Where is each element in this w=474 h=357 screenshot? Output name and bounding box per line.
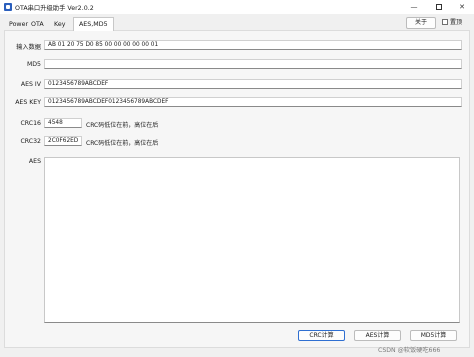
tab-aes-md5[interactable]: AES,MD5 (73, 17, 114, 31)
tab-bar: Power OTA Key AES,MD5 (0, 16, 474, 31)
input-data-field[interactable]: AB 01 20 75 D0 85 00 00 00 00 00 01 (44, 40, 462, 50)
crc16-field[interactable]: 4548 (44, 118, 82, 128)
aes-calc-button[interactable]: AES计算 (354, 330, 401, 341)
crc32-label: CRC32 (20, 138, 41, 145)
pin-label: 置顶 (450, 19, 463, 26)
crc32-field[interactable]: 2C0F62ED (44, 136, 82, 146)
md5-field[interactable] (44, 59, 462, 69)
watermark: CSDN @软饭硬吃666 (378, 347, 441, 354)
tab-ota[interactable]: OTA (29, 19, 46, 30)
window-title: OTA串口升级助手 Ver2.0.2 (15, 5, 94, 12)
aes-key-field[interactable]: 0123456789ABCDEF0123456789ABCDEF (44, 97, 462, 107)
close-icon[interactable]: ✕ (451, 0, 473, 14)
maximize-icon[interactable] (428, 0, 450, 14)
aes-iv-field[interactable]: 0123456789ABCDEF (44, 79, 462, 89)
input-data-label: 输入数据 (16, 44, 41, 51)
md5-calc-button[interactable]: MD5计算 (410, 330, 457, 341)
title-bar: OTA串口升级助手 Ver2.0.2 — ✕ (0, 0, 474, 14)
crc16-note: CRC码低位在前，高位在后 (86, 122, 159, 129)
crc-calc-button[interactable]: CRC计算 (298, 330, 345, 341)
about-button[interactable]: 关于 (406, 17, 436, 29)
aes-key-label: AES KEY (15, 99, 41, 106)
aes-output-area[interactable] (44, 157, 460, 323)
crc16-label: CRC16 (20, 120, 41, 127)
minimize-icon[interactable]: — (403, 0, 425, 14)
aes-iv-label: AES IV (20, 81, 41, 88)
pin-checkbox[interactable]: 置顶 (442, 18, 462, 28)
aes-output-label: AES (28, 158, 41, 165)
checkbox-icon (442, 19, 448, 25)
tab-key[interactable]: Key (52, 19, 67, 30)
md5-label: MD5 (26, 61, 41, 68)
app-icon (4, 3, 12, 11)
tab-power[interactable]: Power (7, 19, 30, 30)
crc32-note: CRC码低位在前，高位在后 (86, 140, 159, 147)
